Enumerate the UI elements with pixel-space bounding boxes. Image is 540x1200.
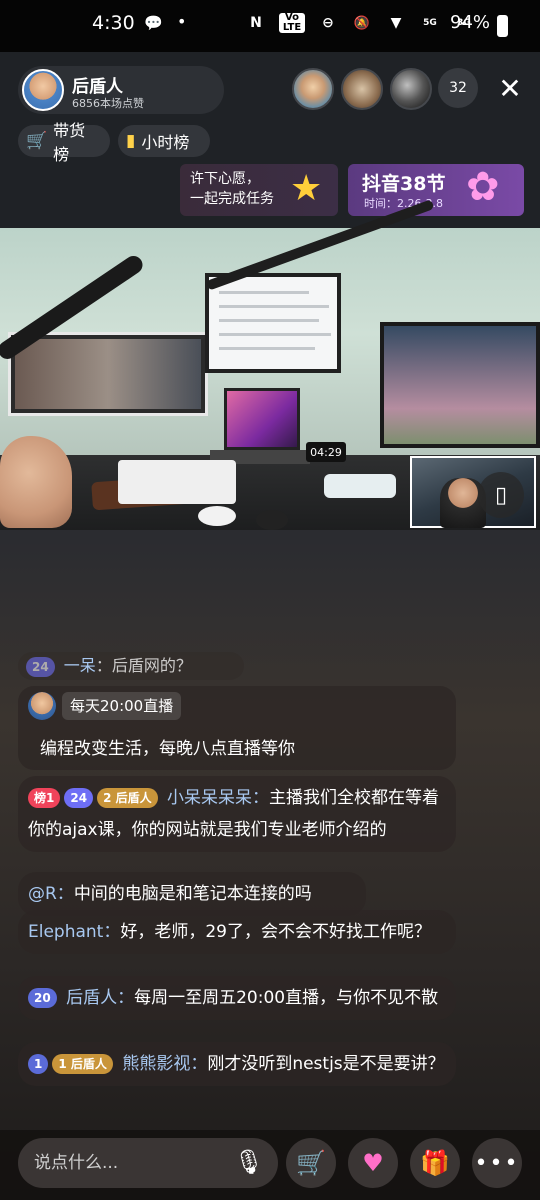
fan-name: 后盾人 [70,1057,107,1071]
wish-text: 许下心愿， 一起完成任务 [190,169,274,209]
mouse-dark [256,510,288,530]
more-icon: ••• [474,1150,520,1176]
chat-user[interactable]: 熊熊影视： [122,1054,207,1074]
do-not-disturb-icon: ⊖ [322,15,334,31]
level-badge: 20 [28,988,57,1008]
mute-icon: 🔕 [353,15,371,31]
microphone-icon[interactable]: 🎙 [234,1144,264,1180]
hourly-rank-button[interactable]: ▮ 小时榜 [118,125,210,157]
wifi-icon: ▼ [390,15,402,31]
chat-text: 中间的电脑是和笔记本连接的吗 [73,884,312,904]
wish-line-1: 许下心愿， [190,171,260,187]
heart-icon: ♥ [362,1149,384,1177]
fan-level: 2 [103,791,112,805]
more-button[interactable]: ••• [472,1138,522,1188]
flower-icon: ✿ [466,164,500,210]
numpad [324,474,396,498]
left-monitor [8,332,208,416]
host-likes: 6856本场点赞 [72,97,144,110]
chat-message[interactable]: 20 后盾人：每周一至周五20:00直播，与你不见不散 [18,976,456,1020]
screen-switch-icon[interactable]: ▯ [478,472,524,518]
chat-user[interactable]: 一呆 [64,656,96,675]
chat-message[interactable]: 11 后盾人 熊熊影视：刚才没听到nestjs是不是要讲？ [18,1042,456,1086]
level-badge: 24 [26,656,55,677]
viewer-avatar-2[interactable] [341,68,383,110]
nfc-icon: N [250,15,262,31]
right-monitor [380,322,540,448]
signal-5g-icon: 5G [423,18,437,28]
level-badge: 24 [64,788,94,808]
cart-icon: 🛒 [296,1149,326,1177]
level-badge: 1 [28,1054,49,1074]
shopping-cart-button[interactable]: 🛒 [286,1138,336,1188]
chat-user[interactable]: Elephant： [28,922,120,942]
cart-icon: 🛒 [26,131,48,151]
chat-user[interactable]: 后盾人： [66,988,134,1008]
chat-text: 好，老师，29了，会不会不好找工作呢？ [120,922,431,942]
star-icon: ★ [290,168,323,209]
viewer-count[interactable]: 32 [438,68,478,108]
chat-message[interactable]: 榜1 24 2 后盾人 小呆呆呆呆：主播我们全校都在等着你的ajax课，你的网站就是… [18,776,456,852]
status-time: 4:30 [92,12,135,34]
host-avatar[interactable] [22,69,64,111]
keyboard [118,460,236,504]
fan-name: 后盾人 [115,791,152,805]
chat-message-faded[interactable]: 24 一呆：后盾网的？ [18,652,244,680]
host-name[interactable]: 后盾人 [72,72,123,97]
fan-level: 1 [58,1057,67,1071]
pinned-text: 编程改变生活，每晚八点直播等你 [40,739,295,759]
close-button[interactable]: ✕ [494,72,526,105]
fan-badge: 2 后盾人 [97,788,158,808]
wish-line-2: 一起完成任务 [190,191,274,207]
volte-icon: Vo LTE [279,13,305,33]
center-monitor [205,273,341,373]
mouse [198,506,236,526]
rank-badge: 榜1 [28,788,61,808]
event-title: 抖音38节 [362,173,446,195]
chat-text: 每周一至周五20:00直播，与你不见不散 [134,988,439,1008]
pinned-avatar [28,692,56,720]
status-icons: N Vo LTE ⊖ 🔕 ▼ 5G 3G [245,12,475,34]
chat-user[interactable]: 小呆呆呆呆： [167,788,269,808]
notification-dot: • [177,12,187,31]
gift-button[interactable]: 🎁 [410,1138,460,1188]
chat-user[interactable]: @R： [28,884,74,904]
hourly-rank-label: 小时榜 [141,133,190,152]
chat-text: 后盾网的？ [111,656,192,675]
shopping-rank-label: 带货榜 [53,121,86,164]
like-button[interactable]: ♥ [348,1138,398,1188]
gift-icon: 🎁 [420,1149,450,1177]
fan-badge: 1 后盾人 [52,1054,113,1074]
hand [0,436,72,528]
battery-icon [497,15,508,37]
viewer-avatar-3[interactable] [390,68,432,110]
chat-text: 刚才没听到nestjs是不是要讲？ [207,1054,445,1074]
pinned-schedule-tag: 每天20:00直播 [62,692,182,720]
desk-clock: 04:29 [306,442,346,462]
chat-message[interactable]: Elephant：好，老师，29了，会不会不好找工作呢？ [18,910,456,954]
battery-percent: 94% [450,12,491,33]
viewer-avatar-1[interactable] [292,68,334,110]
laptop [224,388,300,450]
shopping-rank-button[interactable]: 🛒 带货榜 [18,121,110,164]
message-icon: 💬 [144,14,163,32]
bar-chart-icon: ▮ [126,131,136,151]
